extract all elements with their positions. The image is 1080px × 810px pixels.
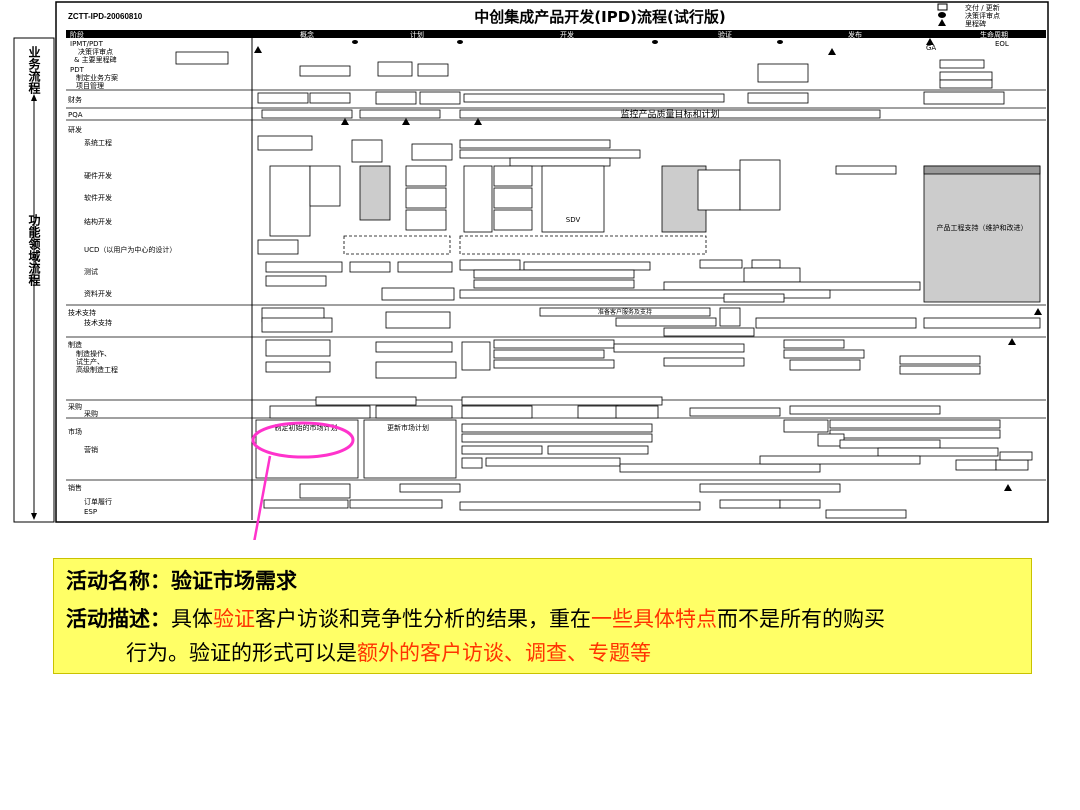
row-label-rnd: 研发 [68, 125, 82, 134]
row-sublabel: 硬件开发 [84, 171, 112, 180]
row-sublabel: 营销 [84, 445, 98, 454]
row-label-finance: 财务 [68, 95, 82, 104]
market-box2-label: 更新市场计划 [387, 423, 429, 432]
phase-bar [66, 30, 1046, 38]
phase-label: 概念 [300, 30, 314, 39]
row-label-market: 市场 [68, 427, 82, 436]
phase-label: 发布 [848, 30, 862, 39]
product-eng-label: 产品工程支持（维护和改进） [937, 223, 1028, 232]
desc-highlight: 一些具体特点 [591, 607, 717, 631]
ipd-flow-svg: ZCTT-IPD-20060810 中创集成产品开发(IPD)流程(试行版) 交… [13, 1, 1049, 540]
activity-desc-label: 活动描述： [66, 607, 171, 631]
activity-name-label: 活动名称： [66, 569, 171, 593]
row-label-purchase: 采购 [68, 402, 82, 411]
doc-id: ZCTT-IPD-20060810 [68, 12, 143, 21]
row-sublabel: 软件开发 [84, 193, 112, 202]
row-sublabel: 技术支持 [84, 318, 112, 327]
eol-label: EOL [995, 40, 1009, 48]
diagram-title: 中创集成产品开发(IPD)流程(试行版) [474, 8, 725, 26]
desc-text: 具体 [171, 607, 213, 631]
row-sublabel: 测试 [84, 267, 98, 276]
legend-item: 里程碑 [965, 19, 986, 28]
legend-item: 决策评审点 [965, 11, 1000, 20]
desc-text: 行为。验证的形式可以是 [126, 641, 357, 665]
side-label-business: 业务流程 [27, 45, 41, 95]
desc-highlight: 额外的客户访谈、调查、专题等 [357, 641, 651, 665]
activity-callout: 活动名称：验证市场需求 活动描述：具体验证客户访谈和竞争性分析的结果，重在一些具… [53, 558, 1032, 674]
phase-label: 计划 [410, 30, 424, 39]
activity-name-value: 验证市场需求 [171, 569, 297, 593]
phase-label: 开发 [560, 30, 574, 39]
row-sublabel: 资料开发 [84, 289, 112, 298]
row-sublabel: 结构开发 [84, 217, 112, 226]
sdv-label: SDV [566, 216, 581, 224]
activity-desc-line2: 行为。验证的形式可以是额外的客户访谈、调查、专题等 [126, 637, 1031, 669]
phase-label: 验证 [718, 30, 732, 39]
activity-name-line: 活动名称：验证市场需求 [66, 565, 1031, 597]
legend-dcp-icon [938, 12, 946, 18]
row-label-sales: 销售 [68, 483, 82, 492]
legend-item: 交付 / 更新 [965, 3, 1000, 12]
desc-text: 而不是所有的购买 [717, 607, 885, 631]
row-label-support: 技术支持 [68, 308, 96, 317]
row-sublabel: UCD（以用户为中心的设计） [84, 245, 176, 254]
row-sublabel: 系统工程 [84, 138, 112, 147]
row-label-mfg: 制造 [68, 340, 82, 349]
row-sublabel: 采购 [84, 409, 98, 418]
tech-support-label: 准备客户服务及支持 [598, 308, 652, 316]
phase-label: 阶段 [70, 30, 84, 39]
ipd-flow-diagram: ZCTT-IPD-20060810 中创集成产品开发(IPD)流程(试行版) 交… [0, 0, 1080, 540]
ga-label: GA [926, 44, 936, 52]
row-label-pqa: PQA [68, 111, 83, 119]
activity-desc-line: 活动描述：具体验证客户访谈和竞争性分析的结果，重在一些具体特点而不是所有的购买 [66, 603, 1031, 635]
pqa-bar-label: 监控产品质量目标和计划 [620, 108, 719, 120]
desc-highlight: 验证 [213, 607, 255, 631]
desc-text: 客户访谈和竞争性分析的结果，重在 [255, 607, 591, 631]
phase-label: 生命周期 [980, 30, 1008, 39]
